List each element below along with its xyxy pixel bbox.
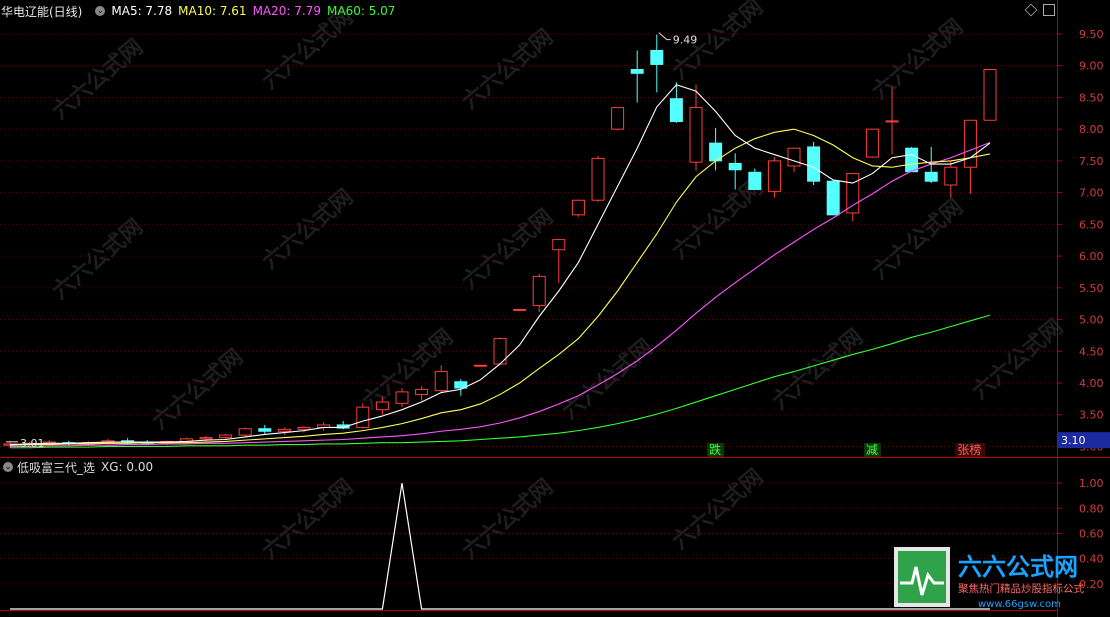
ma10-value: MA10: 7.61 [178, 4, 247, 18]
price-tick-label: 6.50 [1079, 218, 1104, 231]
price-tick-label: 4.50 [1079, 345, 1104, 358]
candle-body[interactable] [532, 275, 546, 307]
candle-body[interactable] [219, 434, 233, 439]
high-annotation: 9.49 [673, 34, 698, 47]
stock-title: 华电辽能(日线) [1, 4, 83, 19]
signal-label: 减 [866, 443, 878, 457]
ma60-value: MA60: 5.07 [327, 4, 396, 18]
watermark-text: 六六公式网 [458, 475, 558, 565]
candle-body[interactable] [375, 401, 389, 411]
price-tick-label: 5.00 [1079, 314, 1104, 327]
candle-body[interactable] [650, 49, 664, 65]
candle-body[interactable] [630, 69, 644, 74]
candle-body[interactable] [395, 391, 409, 404]
ma20-value: MA20: 7.79 [252, 4, 321, 18]
watermark-text: 六六公式网 [48, 35, 148, 125]
candle-body[interactable] [199, 437, 213, 440]
candle-body[interactable] [611, 107, 625, 130]
logo-slogan: 聚焦热门精品炒股指标公式 [958, 582, 1084, 595]
candle-body[interactable] [944, 166, 958, 186]
maximize-button[interactable] [1043, 4, 1055, 16]
price-tick-label: 8.50 [1079, 91, 1104, 104]
watermark-text: 六六公式网 [968, 315, 1068, 405]
signal-label: 跌 [709, 442, 721, 457]
watermark-text: 六六公式网 [768, 325, 868, 415]
price-tick-label: 3.50 [1079, 409, 1104, 422]
watermark-text: 六六公式网 [868, 195, 968, 285]
candle-body[interactable] [356, 406, 370, 428]
candle-body[interactable] [728, 162, 742, 171]
ind-tick-label: 0.60 [1079, 527, 1104, 540]
price-tick-label: 7.50 [1079, 155, 1104, 168]
current-price-label: 3.10 [1061, 434, 1086, 447]
candle-body[interactable] [513, 308, 527, 311]
signal-label: 张榜 [957, 442, 981, 457]
price-tick-label: 4.00 [1079, 377, 1104, 390]
indicator-value: XG: 0.00 [101, 460, 154, 474]
candle-body[interactable] [767, 160, 781, 192]
watermark-text: 六六公式网 [258, 475, 358, 565]
price-tick-label: 9.00 [1079, 60, 1104, 73]
price-tick-label: 7.00 [1079, 187, 1104, 200]
candle-body[interactable] [238, 428, 252, 436]
candle-body[interactable] [846, 173, 860, 214]
candle-body[interactable] [591, 157, 605, 201]
watermark-text: 六六公式网 [668, 465, 768, 555]
watermark-layer: 六六公式网 六六公式网 六六公式网 六六公式网 六六公式网六六公式网 六六公式网 六六公式网… [48, 0, 1068, 565]
ma5-value: MA5: 7.78 [111, 4, 173, 18]
candle-body[interactable] [865, 128, 879, 158]
ma20-line [10, 141, 991, 448]
candle-body[interactable] [924, 171, 938, 182]
candle-body[interactable] [258, 428, 272, 432]
candle-body[interactable] [571, 199, 585, 216]
logo-url: www.66gsw.com [978, 599, 1061, 610]
candle-body[interactable] [434, 371, 448, 392]
ind-tick-label: 1.00 [1079, 477, 1104, 490]
candle-body[interactable] [807, 146, 821, 182]
candle-body[interactable] [473, 364, 487, 367]
watermark-text: 六六公式网 [258, 185, 358, 275]
watermark-text: 六六公式网 [868, 15, 968, 105]
price-tick-label: 5.50 [1079, 282, 1104, 295]
candle-body[interactable] [983, 69, 997, 121]
ind-tick-label: 0.80 [1079, 502, 1104, 515]
indicator-settings-icon[interactable]: ⌄ [3, 462, 13, 472]
watermark-text: 六六公式网 [148, 345, 248, 435]
low-annotation: 3.01 [20, 437, 45, 450]
candle-body[interactable] [669, 98, 683, 123]
candle-body[interactable] [277, 428, 291, 432]
candle-body[interactable] [787, 147, 801, 167]
candle-body[interactable] [885, 120, 899, 123]
stock-chart-window: 六六公式网 六六公式网 六六公式网 六六公式网 六六公式网 六六公式网 六六公式网 六六公式网… [0, 0, 1110, 617]
site-logo: 六六公式网 聚焦热门精品炒股指标公式 www.66gsw.com [894, 547, 1084, 610]
watermark-text: 六六公式网 [458, 25, 558, 115]
candle-body[interactable] [963, 119, 977, 168]
candle-body[interactable] [415, 388, 429, 395]
watermark-text: 六六公式网 [48, 215, 148, 305]
candle-body[interactable] [748, 171, 762, 190]
candle-body[interactable] [826, 180, 840, 216]
indicator-title-bar: ⌄ 低吸富三代_选 XG: 0.00 [0, 459, 153, 475]
price-tick-label: 9.50 [1079, 28, 1104, 41]
candle-body[interactable] [905, 147, 919, 173]
candle-body[interactable] [689, 107, 703, 163]
logo-name: 六六公式网 [958, 553, 1078, 581]
xg-line [10, 482, 990, 610]
price-tick-label: 8.00 [1079, 123, 1104, 136]
ma10-line [9, 128, 991, 446]
indicator-name: 低吸富三代_选 [17, 460, 96, 475]
price-tick-label: 6.00 [1079, 250, 1104, 263]
candle-body[interactable] [297, 426, 311, 430]
candle-body[interactable] [552, 239, 566, 251]
ma-settings-icon[interactable]: ⌄ [95, 6, 106, 16]
chart-canvas[interactable]: 六六公式网 六六公式网 六六公式网 六六公式网 六六公式网六六公式网 六六公式网 六六公式网… [0, 0, 1110, 617]
price-axis: 9.50 9.00 8.50 8.00 7.50 7.00 6.50 6.00 5.50 5.00… [0, 0, 1110, 617]
chart-title-bar: 华电辽能(日线) ⌄ MA5: 7.78 MA10: 7.61 MA20: 7.… [0, 2, 401, 20]
